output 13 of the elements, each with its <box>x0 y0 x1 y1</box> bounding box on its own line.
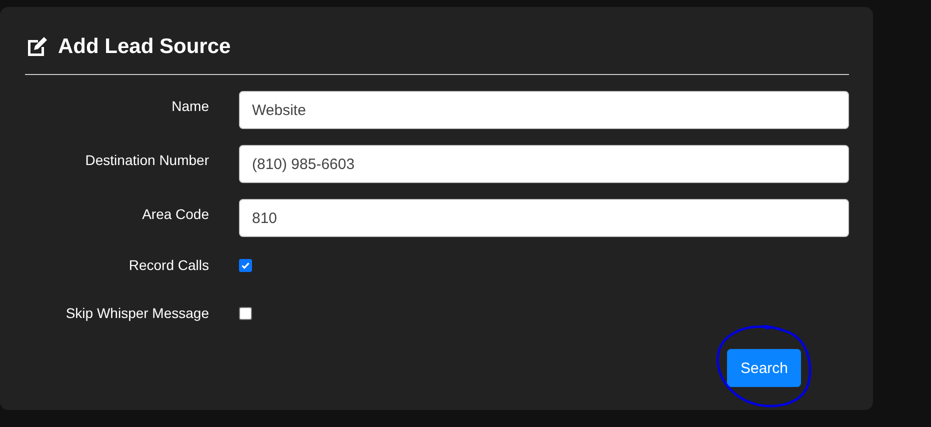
form-title: Add Lead Source <box>58 35 231 59</box>
input-field[interactable]: Website <box>239 91 849 129</box>
field-label: Record Calls <box>128 257 209 273</box>
search-button[interactable]: Search <box>727 349 801 387</box>
edit-icon <box>25 35 49 59</box>
field-label: Name <box>170 97 209 114</box>
field-label: Skip Whisper Message <box>64 305 209 321</box>
checkbox[interactable] <box>239 258 252 272</box>
checkbox[interactable] <box>239 306 252 320</box>
field-label: Destination Number <box>84 151 209 168</box>
input-field[interactable]: (810) 985-6603 <box>239 145 849 183</box>
field-label: Area Code <box>141 205 209 222</box>
input-field[interactable]: 810 <box>239 199 849 237</box>
